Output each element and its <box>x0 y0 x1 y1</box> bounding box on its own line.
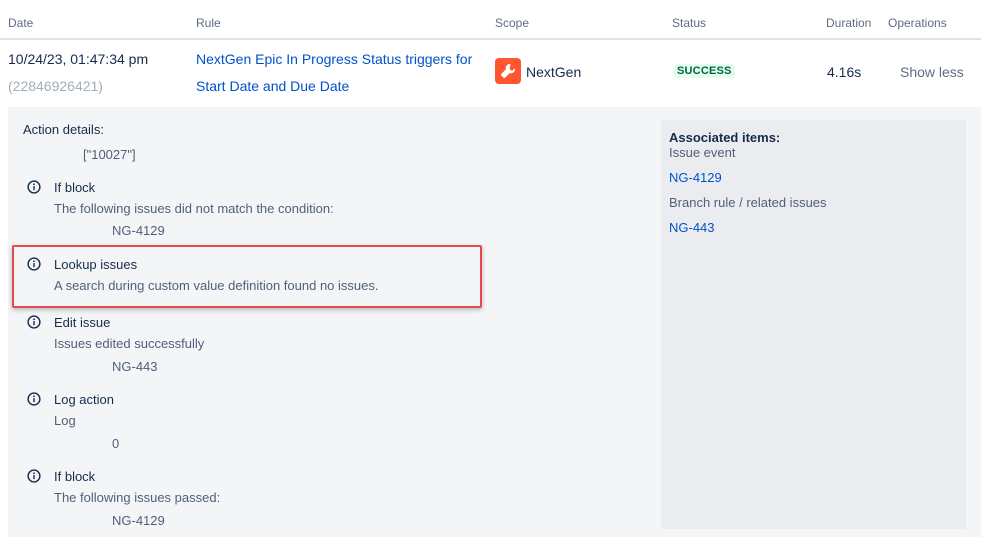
action-message: The following issues passed: <box>54 490 221 505</box>
action-value: NG-4129 <box>112 223 165 238</box>
action-title: If block <box>54 180 96 195</box>
action-message: Log <box>54 413 76 428</box>
info-icon <box>27 315 41 329</box>
scope-project-name: NextGen <box>526 64 582 80</box>
row-execution-id: (22846926421) <box>8 78 103 94</box>
action-message: Issues edited successfully <box>54 336 205 351</box>
action-value: NG-443 <box>112 359 158 374</box>
branch-related-label: Branch rule / related issues <box>669 195 827 210</box>
issue-event-link[interactable]: NG-4129 <box>669 169 722 186</box>
rule-link-line2[interactable]: Start Date and Due Date <box>196 77 349 95</box>
row-duration: 4.16s <box>827 64 862 80</box>
info-icon <box>27 469 41 483</box>
action-title: Edit issue <box>54 315 111 330</box>
rule-link-line1[interactable]: NextGen Epic In Progress Status triggers… <box>196 50 472 68</box>
initial-value: ["10027"] <box>83 147 136 162</box>
column-header-date[interactable]: Date <box>8 16 33 30</box>
column-header-rule[interactable]: Rule <box>196 16 221 30</box>
action-title: Log action <box>54 392 114 407</box>
column-header-status[interactable]: Status <box>672 16 706 30</box>
issue-event-label: Issue event <box>669 145 736 160</box>
show-less-button[interactable]: Show less <box>900 63 964 81</box>
highlight-box <box>12 245 482 308</box>
action-value: NG-4129 <box>112 513 165 528</box>
column-header-operations: Operations <box>888 16 947 30</box>
info-icon <box>27 392 41 406</box>
action-message: The following issues did not match the c… <box>54 201 334 216</box>
action-title: If block <box>54 469 96 484</box>
header-divider <box>0 38 981 40</box>
action-details-title: Action details: <box>23 122 104 137</box>
column-header-scope[interactable]: Scope <box>495 16 529 30</box>
column-header-duration[interactable]: Duration <box>826 16 871 30</box>
action-value: 0 <box>112 436 120 451</box>
row-date: 10/24/23, 01:47:34 pm <box>8 51 149 67</box>
status-badge: SUCCESS <box>674 64 735 78</box>
wrench-icon <box>495 58 521 84</box>
info-icon <box>27 180 41 194</box>
related-issue-link[interactable]: NG-443 <box>669 219 715 236</box>
